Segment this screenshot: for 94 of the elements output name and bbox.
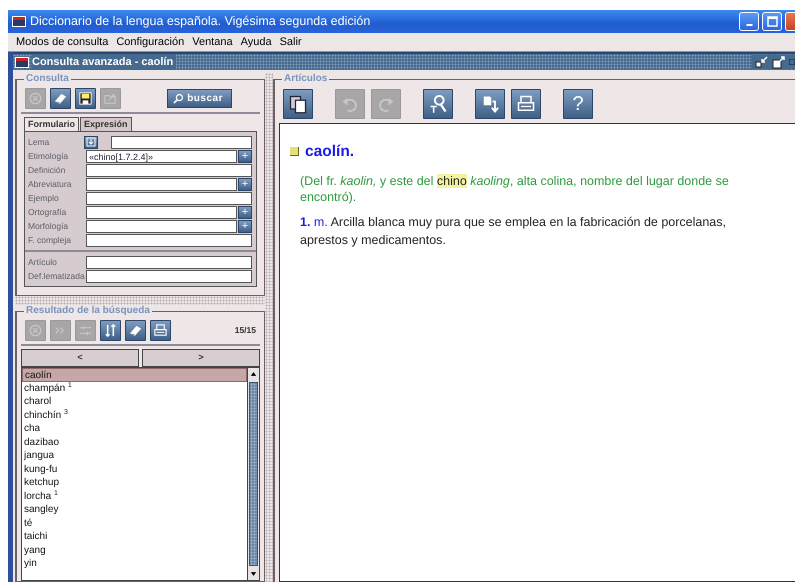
list-item[interactable]: charol bbox=[22, 395, 247, 408]
cancel-icon bbox=[28, 323, 43, 338]
scroll-thumb[interactable] bbox=[249, 382, 258, 566]
maximize-button[interactable] bbox=[762, 12, 782, 31]
add-button[interactable]: + bbox=[238, 220, 252, 232]
floppy-disk-button[interactable] bbox=[75, 88, 96, 109]
page-down-arrow-button[interactable] bbox=[475, 89, 505, 119]
printer-icon bbox=[516, 94, 536, 114]
up-down-arrows-icon bbox=[103, 323, 118, 338]
eraser-icon bbox=[128, 323, 143, 338]
cancel-icon bbox=[28, 91, 43, 106]
list-item[interactable]: dazibao bbox=[22, 436, 247, 449]
menu-item[interactable]: Modos de consulta bbox=[12, 34, 112, 50]
field-label: Abreviatura bbox=[28, 178, 72, 190]
field-label: Ejemplo bbox=[28, 192, 60, 204]
field-label: Ortografía bbox=[28, 206, 68, 218]
printer-icon bbox=[153, 323, 168, 338]
input-field[interactable] bbox=[86, 164, 252, 176]
list-item[interactable]: lorcha $^{1}$ bbox=[22, 490, 247, 503]
close-button[interactable] bbox=[785, 12, 795, 31]
etymology-text: (Del fr. kaolin, y este del chino kaoling, alta colina, nombre del lugar donde se encontró). bbox=[300, 173, 730, 206]
sliders-icon bbox=[78, 323, 93, 338]
list-item[interactable]: ketchup bbox=[22, 476, 247, 490]
input-field[interactable] bbox=[111, 136, 252, 148]
list-item[interactable]: taichi bbox=[22, 530, 247, 544]
field-label: Lema bbox=[28, 136, 50, 148]
bullet-icon bbox=[290, 147, 299, 156]
frame-icon bbox=[15, 56, 29, 68]
panel-legend: Consulta bbox=[24, 73, 71, 85]
add-button[interactable]: + bbox=[238, 178, 252, 190]
tab[interactable]: Formulario bbox=[24, 117, 80, 131]
field-label: Definición bbox=[28, 164, 66, 176]
maximize-icon bbox=[766, 16, 778, 27]
scrollbar[interactable] bbox=[247, 368, 259, 580]
list-item[interactable]: cha bbox=[22, 422, 247, 436]
eraser-button[interactable] bbox=[125, 320, 146, 341]
maximize-icon[interactable] bbox=[772, 55, 786, 69]
field-label: Artículo bbox=[28, 256, 58, 268]
folder-arrow-icon bbox=[103, 91, 118, 106]
menu-item[interactable]: Configuración bbox=[112, 34, 188, 50]
eraser-button[interactable] bbox=[50, 88, 71, 109]
search-button[interactable]: buscar bbox=[167, 89, 232, 108]
magnifier-text-icon bbox=[428, 94, 448, 114]
list-item[interactable]: té bbox=[22, 516, 247, 530]
headword: caolín. bbox=[305, 142, 354, 162]
list-item[interactable]: champán $^{1}$ bbox=[22, 382, 247, 395]
input-field[interactable] bbox=[86, 178, 237, 190]
field-label: Def.lematizada bbox=[28, 270, 86, 282]
help-button[interactable]: ? bbox=[563, 89, 593, 119]
definition-text: 1. m. Arcilla blanca muy pura que se emplea en la fabricación de porcelanas, aprestos y medicamentos. bbox=[300, 214, 727, 250]
previous-button[interactable]: < bbox=[21, 349, 139, 367]
search-icon bbox=[173, 93, 184, 104]
minimize-icon[interactable] bbox=[755, 55, 769, 69]
panel-legend: Artículos bbox=[282, 73, 330, 85]
list-item[interactable]: chinchín $^{3}$ bbox=[22, 408, 247, 422]
list-item[interactable]: jangua bbox=[22, 449, 247, 462]
field-label: F. compleja bbox=[28, 234, 72, 246]
window-title: Diccionario de la lengua española. Vigésima segunda edición bbox=[30, 13, 370, 30]
input-field[interactable] bbox=[86, 256, 252, 268]
frame-title: Consulta avanzada - caolín bbox=[32, 54, 176, 70]
printer-button[interactable] bbox=[150, 320, 171, 341]
panel-legend: Resultado de la búsqueda bbox=[24, 305, 152, 317]
magnifier-text-button[interactable] bbox=[423, 89, 453, 119]
list-item[interactable]: yang bbox=[22, 544, 247, 557]
field-label: Etimología bbox=[28, 150, 70, 162]
tab[interactable]: Expresión bbox=[80, 117, 132, 131]
copy-icon bbox=[288, 94, 308, 114]
input-field[interactable] bbox=[86, 220, 237, 232]
menu-item[interactable]: Ayuda bbox=[236, 34, 276, 50]
up-down-arrows-button[interactable] bbox=[100, 320, 121, 341]
input-field[interactable] bbox=[86, 192, 252, 204]
add-button[interactable]: + bbox=[238, 150, 252, 162]
result-count: 15/15 bbox=[234, 324, 256, 337]
list-item[interactable]: yin bbox=[22, 557, 247, 570]
insert-button[interactable] bbox=[84, 136, 98, 148]
field-label: Morfología bbox=[28, 220, 70, 232]
list-item[interactable]: caolín bbox=[22, 368, 247, 382]
input-field[interactable] bbox=[86, 270, 252, 282]
insert-icon bbox=[86, 137, 96, 147]
add-button[interactable]: + bbox=[238, 206, 252, 218]
list-item[interactable]: sangley bbox=[22, 503, 247, 516]
input-field[interactable] bbox=[86, 234, 252, 246]
next-button[interactable]: > bbox=[142, 349, 260, 367]
app-icon bbox=[12, 16, 26, 27]
minimize-icon bbox=[746, 24, 752, 26]
printer-button[interactable] bbox=[511, 89, 541, 119]
menu-item[interactable]: Ventana bbox=[188, 34, 237, 50]
copy-button[interactable] bbox=[283, 89, 313, 119]
menu-item[interactable]: Salir bbox=[276, 34, 306, 50]
minimize-button[interactable] bbox=[739, 12, 759, 31]
input-field[interactable]: «chino[1.7.2.4]» bbox=[86, 150, 237, 162]
eraser-icon bbox=[53, 91, 68, 106]
list-item[interactable]: kung-fu bbox=[22, 462, 247, 476]
input-field[interactable] bbox=[86, 206, 237, 218]
